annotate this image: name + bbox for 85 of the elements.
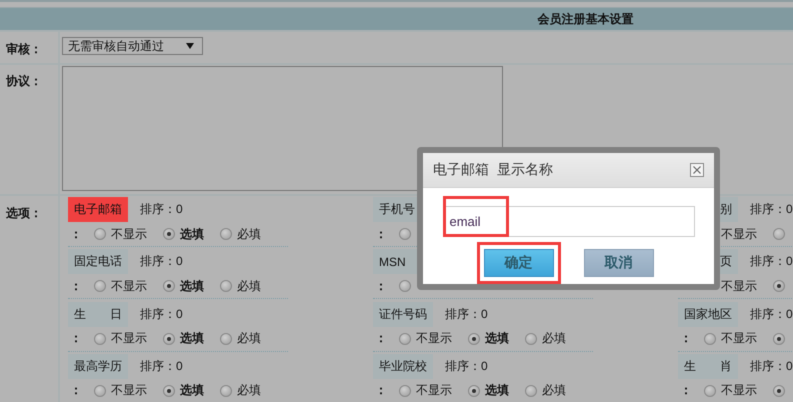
sort-order: 排序：0 — [750, 253, 793, 270]
radio-button[interactable] — [399, 228, 411, 240]
review-dropdown[interactable]: 无需审核自动通过 — [62, 37, 203, 55]
radio-button[interactable] — [94, 384, 106, 397]
radio-button[interactable] — [163, 228, 175, 240]
sort-order: 排序：0 — [140, 201, 183, 218]
page-title: 会员注册基本设置 — [536, 10, 634, 28]
radio-label: 不显示 — [111, 278, 147, 295]
sort-order: 排序：0 — [750, 306, 793, 322]
radio-button[interactable] — [773, 384, 785, 397]
radio-label: 不显示 — [721, 382, 757, 400]
radio-button[interactable] — [704, 384, 716, 397]
radio-button[interactable] — [220, 228, 232, 240]
field-label[interactable]: 国家地区 — [678, 302, 738, 326]
sort-order: 排序：0 — [140, 358, 183, 375]
radio-label: 选填 — [485, 330, 509, 347]
radio-label: 必填 — [542, 330, 566, 347]
radio-button[interactable] — [163, 332, 175, 344]
radio-label: 必填 — [542, 382, 566, 400]
radio-button[interactable] — [525, 332, 537, 344]
field-label[interactable]: 生 日 — [68, 302, 128, 326]
field-label[interactable]: 毕业院校 — [373, 354, 433, 379]
field-label: 协议： — [6, 73, 42, 90]
radio-button[interactable] — [399, 280, 411, 292]
radio-label: 不显示 — [416, 330, 452, 347]
radio-label: 必填 — [237, 226, 261, 242]
radio-label: 不显示 — [721, 278, 757, 295]
radio-button[interactable] — [773, 228, 785, 240]
radio-label: 必填 — [237, 382, 261, 400]
radio-button[interactable] — [163, 280, 175, 292]
field-label[interactable]: 生 肖 — [678, 354, 738, 379]
radio-label: 选填 — [180, 330, 204, 347]
radio-label: 选填 — [180, 226, 204, 242]
dialog-title: 电子邮箱 显示名称 — [433, 161, 553, 179]
radio-button[interactable] — [399, 332, 411, 344]
cancel-button[interactable]: 取消 — [584, 249, 654, 277]
radio-button[interactable] — [94, 280, 106, 292]
radio-button[interactable] — [220, 332, 232, 344]
radio-label: 必填 — [237, 278, 261, 295]
radio-label: 不显示 — [111, 382, 147, 400]
sort-order: 排序：0 — [445, 306, 488, 322]
close-icon[interactable] — [690, 163, 704, 177]
radio-label: 不显示 — [111, 330, 147, 347]
colon: ： — [374, 330, 388, 347]
colon: ： — [679, 382, 693, 400]
radio-button[interactable] — [399, 384, 411, 397]
sort-order: 排序：0 — [140, 253, 183, 270]
radio-label: 选填 — [485, 382, 509, 400]
colon: ： — [374, 226, 388, 242]
colon: ： — [374, 278, 388, 295]
colon: ： — [69, 278, 83, 295]
field-label[interactable]: 电子邮箱 — [68, 197, 128, 222]
field-label[interactable]: 固定电话 — [68, 249, 128, 274]
radio-label: 不显示 — [416, 382, 452, 400]
radio-button[interactable] — [163, 384, 175, 397]
colon: ： — [69, 330, 83, 347]
colon: ： — [374, 382, 388, 400]
radio-button[interactable] — [94, 228, 106, 240]
caret-icon — [186, 43, 194, 49]
radio-label: 选填 — [180, 382, 204, 400]
radio-button[interactable] — [773, 332, 785, 344]
colon: ： — [69, 382, 83, 400]
radio-button[interactable] — [525, 384, 537, 397]
radio-label: 不显示 — [111, 226, 147, 242]
sort-order: 排序：0 — [140, 306, 183, 322]
radio-label: 不显示 — [721, 226, 757, 242]
sort-order: 排序：0 — [750, 201, 793, 218]
colon: ： — [679, 330, 693, 347]
radio-label: 不显示 — [721, 330, 757, 347]
sort-order: 排序：0 — [445, 358, 488, 375]
field-label[interactable]: 最高学历 — [68, 354, 128, 379]
field-label: 选项： — [6, 205, 42, 222]
radio-button[interactable] — [704, 332, 716, 344]
radio-button[interactable] — [468, 332, 480, 344]
sort-order: 排序：0 — [750, 358, 793, 375]
radio-label: 选填 — [180, 278, 204, 295]
radio-button[interactable] — [468, 384, 480, 397]
radio-button[interactable] — [220, 280, 232, 292]
radio-button[interactable] — [773, 280, 785, 292]
field-label: 审核： — [6, 41, 42, 58]
radio-button[interactable] — [94, 332, 106, 344]
field-label[interactable]: 证件号码 — [373, 302, 433, 326]
radio-label: 必填 — [237, 330, 261, 347]
colon: ： — [69, 226, 83, 242]
radio-button[interactable] — [220, 384, 232, 397]
